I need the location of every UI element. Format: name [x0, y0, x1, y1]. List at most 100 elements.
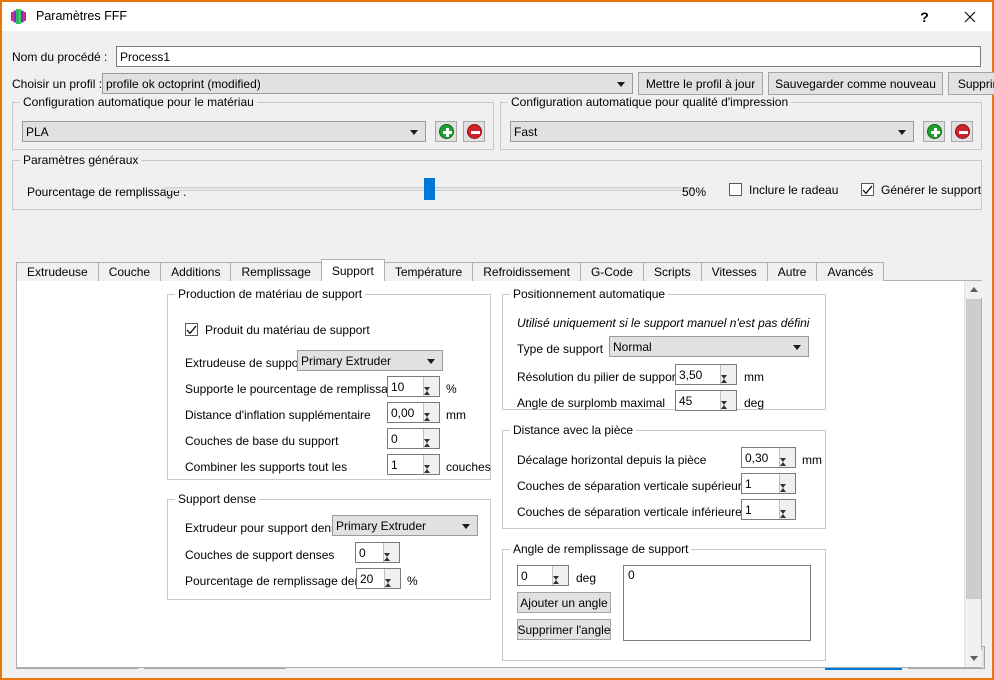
support-type-select[interactable]: Normal [609, 336, 809, 357]
infill-angle-unit: deg [576, 572, 596, 584]
spinner-buttons[interactable] [552, 566, 568, 585]
generate-support-checkbox[interactable]: Générer le support [861, 183, 981, 196]
update-profile-button[interactable]: Mettre le profil à jour [638, 72, 763, 95]
add-material-button[interactable] [435, 121, 457, 142]
produce-support-material-label: Produit du matériau de support [205, 324, 370, 336]
spinner-value: 1 [742, 500, 779, 519]
tab-support[interactable]: Support [321, 259, 385, 281]
dense-infill-unit: % [407, 575, 418, 587]
spinner-buttons[interactable] [423, 377, 439, 396]
chevron-down-icon [462, 524, 470, 529]
spinner-down-icon[interactable] [385, 583, 400, 597]
scrollbar-thumb[interactable] [966, 299, 981, 599]
quality-group-title: Configuration automatique pour qualité d… [508, 96, 791, 108]
tab-temp-rature[interactable]: Température [384, 262, 473, 281]
close-button[interactable] [947, 2, 992, 31]
spinner-down-icon[interactable] [424, 469, 439, 483]
title-bar: Paramètres FFF ? [2, 2, 992, 31]
dense-extruder-select[interactable]: Primary Extruder [332, 515, 478, 536]
lower-separation-layers-spinner[interactable]: 1 [741, 499, 796, 520]
dense-layers-spinner[interactable]: 0 [355, 542, 400, 563]
horizontal-offset-label: Décalage horizontal depuis la pièce [517, 454, 706, 466]
window-controls: ? [902, 2, 992, 31]
spinner-buttons[interactable] [720, 391, 736, 410]
include-raft-checkbox[interactable]: Inclure le radeau [729, 183, 838, 196]
spinner-down-icon[interactable] [721, 405, 736, 419]
tab-remplissage[interactable]: Remplissage [230, 262, 321, 281]
remove-material-button[interactable] [463, 121, 485, 142]
pillar-resolution-spinner[interactable]: 3,50 [675, 364, 737, 385]
delete-profile-button[interactable]: Supprimer [948, 72, 994, 95]
spinner-buttons[interactable] [384, 569, 400, 588]
tab-autre[interactable]: Autre [767, 262, 818, 281]
vertical-scrollbar[interactable] [964, 281, 981, 667]
spinner-buttons[interactable] [423, 403, 439, 422]
spinner-value: 20 [357, 569, 384, 588]
material-select[interactable]: PLA [22, 121, 426, 142]
scroll-down-button[interactable] [965, 650, 982, 667]
infill-angles-title: Angle de remplissage de support [510, 543, 691, 555]
base-layers-spinner[interactable]: 0 [387, 428, 440, 449]
tab-couche[interactable]: Couche [98, 262, 161, 281]
help-button[interactable]: ? [902, 2, 947, 31]
dense-infill-spinner[interactable]: 20 [356, 568, 401, 589]
profile-select[interactable]: profile ok octoprint (modified) [102, 73, 633, 94]
tab-scripts[interactable]: Scripts [643, 262, 702, 281]
support-infill-percentage-label: Supporte le pourcentage de remplissage [185, 383, 401, 395]
tab-additions[interactable]: Additions [160, 262, 231, 281]
produce-support-material-checkbox[interactable]: Produit du matériau de support [185, 323, 370, 336]
spinner-buttons[interactable] [423, 429, 439, 448]
spinner-buttons[interactable] [423, 455, 439, 474]
max-overhang-angle-spinner[interactable]: 45 [675, 390, 737, 411]
dialog-body: Nom du procédé : Process1 Choisir un pro… [2, 31, 992, 678]
profile-label: Choisir un profil : [12, 78, 102, 90]
spinner-buttons[interactable] [779, 474, 795, 493]
spinner-buttons[interactable] [779, 500, 795, 519]
support-infill-percentage-spinner[interactable]: 10 [387, 376, 440, 397]
spinner-buttons[interactable] [779, 448, 795, 467]
quality-select[interactable]: Fast [510, 121, 914, 142]
inflation-distance-label: Distance d'inflation supplémentaire [185, 409, 371, 421]
checkmark-icon [862, 185, 873, 195]
combine-supports-label: Combiner les supports tout les [185, 461, 347, 473]
material-select-value: PLA [26, 125, 49, 139]
tab-avanc-s[interactable]: Avancés [816, 262, 884, 281]
scroll-up-button[interactable] [965, 281, 982, 298]
dense-infill-label: Pourcentage de remplissage dense [185, 575, 374, 587]
upper-separation-layers-spinner[interactable]: 1 [741, 473, 796, 494]
pillar-resolution-label: Résolution du pilier de support [517, 371, 679, 383]
add-angle-button[interactable]: Ajouter un angle [517, 592, 611, 613]
spinner-buttons[interactable] [383, 543, 399, 562]
include-raft-label: Inclure le radeau [749, 184, 838, 196]
inflation-distance-spinner[interactable]: 0,00 [387, 402, 440, 423]
tab-g-code[interactable]: G-Code [580, 262, 644, 281]
tab-vitesses[interactable]: Vitesses [701, 262, 768, 281]
support-infill-percentage-unit: % [446, 383, 457, 395]
combine-supports-spinner[interactable]: 1 [387, 454, 440, 475]
upper-separation-layers-label: Couches de séparation verticale supérieu… [517, 480, 748, 492]
window-title: Paramètres FFF [36, 10, 127, 23]
slider-thumb[interactable] [424, 178, 435, 200]
save-as-new-button[interactable]: Sauvegarder comme nouveau [768, 72, 943, 95]
spinner-value: 0,30 [742, 448, 779, 467]
spinner-buttons[interactable] [720, 365, 736, 384]
infill-angles-list[interactable]: 0 [623, 565, 811, 641]
support-extruder-select[interactable]: Primary Extruder [297, 350, 443, 371]
support-extruder-label: Extrudeuse de support [185, 357, 306, 369]
horizontal-offset-spinner[interactable]: 0,30 [741, 447, 796, 468]
infill-slider[interactable] [165, 178, 694, 200]
spinner-down-icon[interactable] [780, 514, 795, 528]
tab-refroidissement[interactable]: Refroidissement [472, 262, 581, 281]
infill-percentage-label: Pourcentage de remplissage : [27, 186, 186, 198]
add-quality-button[interactable] [923, 121, 945, 142]
support-extruder-value: Primary Extruder [301, 354, 391, 368]
tab-extrudeuse[interactable]: Extrudeuse [16, 262, 99, 281]
remove-quality-button[interactable] [951, 121, 973, 142]
chevron-down-icon [898, 130, 906, 135]
list-item[interactable]: 0 [628, 568, 806, 582]
dense-extruder-value: Primary Extruder [336, 519, 426, 533]
process-name-input[interactable]: Process1 [116, 46, 981, 67]
infill-angle-spinner[interactable]: 0 [517, 565, 569, 586]
auto-placement-title: Positionnement automatique [510, 288, 668, 300]
remove-angle-button[interactable]: Supprimer l'angle [517, 619, 611, 640]
